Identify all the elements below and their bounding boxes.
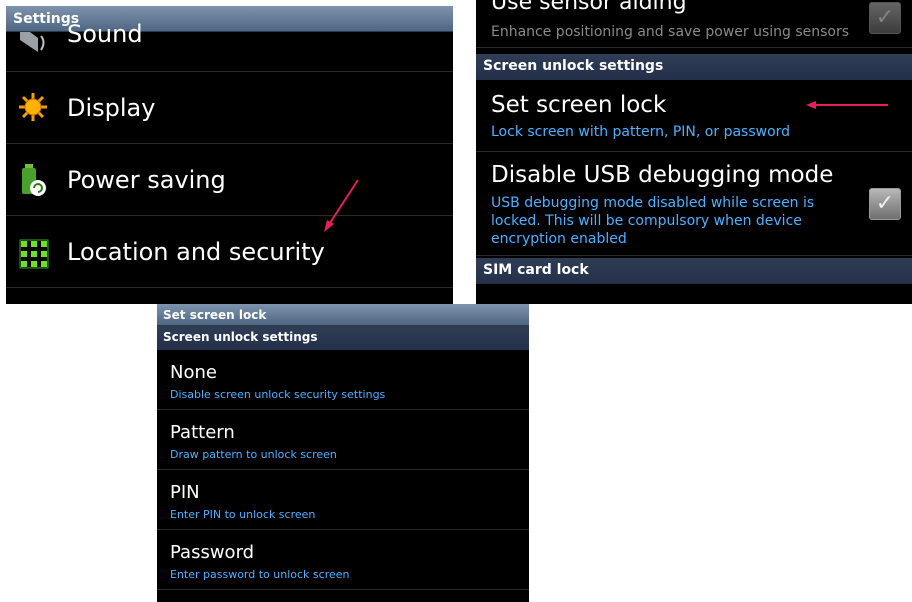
annotation-arrow xyxy=(324,179,359,232)
section-header-label: SIM card lock xyxy=(483,262,589,278)
settings-item-label: Sound xyxy=(67,20,143,48)
settings-item-power-saving[interactable]: Power saving xyxy=(6,144,453,216)
page-title: Set screen lock xyxy=(163,308,267,322)
section-header-screen-unlock: Screen unlock settings xyxy=(157,326,529,350)
security-settings-panel: Use sensor aiding Enhance positioning an… xyxy=(476,0,912,304)
lock-option-password[interactable]: Password Enter password to unlock screen xyxy=(157,530,529,590)
setting-disable-usb-debugging[interactable]: Disable USB debugging mode USB debugging… xyxy=(476,152,912,256)
battery-recycle-icon xyxy=(22,164,46,196)
grid-dots-icon xyxy=(19,239,49,269)
settings-item-sound[interactable]: Sound xyxy=(6,20,453,72)
usb-debugging-checkbox[interactable]: ✓ xyxy=(869,188,901,220)
sun-icon xyxy=(19,93,47,121)
setting-subtitle-line: locked. This will be compulsory when dev… xyxy=(491,213,802,229)
speaker-icon xyxy=(20,32,45,52)
settings-item-label: Display xyxy=(67,94,156,122)
setting-set-screen-lock[interactable]: Set screen lock Lock screen with pattern… xyxy=(476,80,912,152)
setting-subtitle-line: USB debugging mode disabled while screen… xyxy=(491,195,815,211)
option-title: None xyxy=(170,362,217,383)
lock-option-pattern[interactable]: Pattern Draw pattern to unlock screen xyxy=(157,410,529,470)
setting-subtitle: Lock screen with pattern, PIN, or passwo… xyxy=(491,124,791,140)
set-screen-lock-panel: Set screen lock Screen unlock settings N… xyxy=(157,304,529,602)
section-header-screen-unlock: Screen unlock settings xyxy=(476,54,912,80)
lock-option-none[interactable]: None Disable screen unlock security sett… xyxy=(157,350,529,410)
settings-item-label: Location and security xyxy=(67,238,325,266)
option-subtitle: Enter PIN to unlock screen xyxy=(170,508,316,521)
option-subtitle: Enter password to unlock screen xyxy=(170,568,350,581)
settings-panel: Settings Sound Display Power saving Loca… xyxy=(6,6,453,304)
setting-title: Set screen lock xyxy=(491,92,667,118)
settings-item-location-security[interactable]: Location and security xyxy=(6,216,453,288)
section-header-label: Screen unlock settings xyxy=(163,330,318,344)
setting-subtitle: Enhance positioning and save power using… xyxy=(491,24,850,40)
sensor-checkbox[interactable]: ✓ xyxy=(869,2,901,34)
option-title: Password xyxy=(170,542,255,563)
setting-title: Disable USB debugging mode xyxy=(491,162,834,188)
section-header-label: Screen unlock settings xyxy=(483,58,664,74)
option-title: Pattern xyxy=(170,422,235,443)
section-header-sim-card-lock: SIM card lock xyxy=(476,258,912,284)
set-screen-lock-title-bar: Set screen lock xyxy=(157,304,529,326)
setting-subtitle-line: encryption enabled xyxy=(491,231,627,247)
settings-item-label: Power saving xyxy=(67,166,226,194)
option-title: PIN xyxy=(170,482,200,503)
setting-use-sensor-aiding[interactable]: Use sensor aiding Enhance positioning an… xyxy=(476,0,912,48)
option-subtitle: Draw pattern to unlock screen xyxy=(170,448,337,461)
annotation-arrow xyxy=(806,101,888,109)
settings-item-display[interactable]: Display xyxy=(6,72,453,144)
option-subtitle: Disable screen unlock security settings xyxy=(170,388,386,401)
setting-title: Use sensor aiding xyxy=(491,0,687,15)
lock-option-pin[interactable]: PIN Enter PIN to unlock screen xyxy=(157,470,529,530)
